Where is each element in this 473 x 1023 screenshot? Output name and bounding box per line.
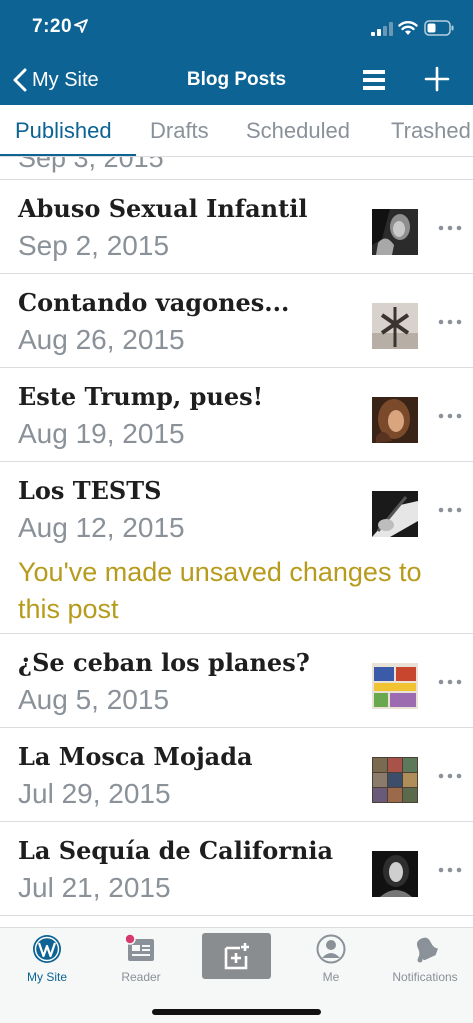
- post-filter-tabs: Published Drafts Scheduled Trashed: [0, 105, 473, 157]
- tab-published[interactable]: Published: [15, 118, 112, 144]
- plus-icon[interactable]: [424, 66, 450, 92]
- post-title: La Sequía de California: [18, 836, 334, 865]
- reader-icon: [126, 934, 154, 961]
- list-item[interactable]: ¿Se ceban los planes? Aug 5, 2015: [0, 634, 473, 728]
- status-time: 7:20: [32, 16, 73, 37]
- nav-bar: My Site Blog Posts: [0, 56, 473, 102]
- post-thumbnail: [372, 209, 418, 255]
- me-icon: [316, 934, 346, 964]
- post-thumbnail: [372, 397, 418, 443]
- post-thumbnail: [372, 851, 418, 897]
- new-post-button[interactable]: [202, 933, 271, 979]
- tab-me[interactable]: Me: [284, 928, 378, 988]
- list-item[interactable]: La Sequía de California Jul 21, 2015: [0, 822, 473, 916]
- more-horizontal-icon[interactable]: [438, 678, 462, 686]
- post-title: Contando vagones...: [18, 288, 290, 317]
- tab-label-my-site: My Site: [26, 970, 67, 984]
- tab-notifications[interactable]: Notifications: [378, 928, 472, 988]
- location-arrow-icon: [74, 19, 88, 33]
- post-thumbnail: [372, 303, 418, 349]
- tab-my-site[interactable]: My Site: [0, 928, 94, 988]
- more-horizontal-icon[interactable]: [438, 506, 462, 514]
- post-date: Aug 12, 2015: [18, 512, 185, 543]
- bottom-tab-bar: My Site Reader Me Notifications: [0, 927, 473, 1023]
- list-item[interactable]: Este Trump, pues! Aug 19, 2015: [0, 368, 473, 462]
- battery-icon: [424, 20, 454, 36]
- post-date: Aug 19, 2015: [18, 418, 185, 449]
- tab-scheduled[interactable]: Scheduled: [246, 118, 350, 144]
- unsaved-changes-note: You've made unsaved changes to this post: [18, 557, 422, 624]
- status-bar: 7:20: [0, 0, 473, 52]
- post-title: Este Trump, pues!: [18, 382, 264, 411]
- tab-label-notifications: Notifications: [392, 970, 458, 984]
- tab-label-me: Me: [322, 970, 340, 984]
- post-title: La Mosca Mojada: [18, 742, 253, 771]
- post-title: Los TESTS: [18, 476, 162, 505]
- tab-reader[interactable]: Reader: [94, 928, 188, 988]
- home-indicator: [152, 1009, 321, 1015]
- list-item[interactable]: Sep 3, 2015: [0, 157, 473, 180]
- post-date: Sep 3, 2015: [18, 157, 164, 173]
- page-title: Blog Posts: [186, 69, 287, 90]
- tab-label-reader: Reader: [121, 970, 161, 984]
- signal-icon: [371, 22, 393, 36]
- post-date: Sep 2, 2015: [18, 230, 170, 261]
- tab-trashed[interactable]: Trashed: [391, 118, 471, 144]
- list-item[interactable]: Los TESTS Aug 12, 2015 You've made unsav…: [0, 462, 473, 634]
- list-menu-icon[interactable]: [361, 68, 387, 92]
- post-date: Aug 26, 2015: [18, 324, 185, 355]
- post-date: Aug 5, 2015: [18, 684, 170, 715]
- post-thumbnail: [372, 757, 418, 803]
- post-thumbnail: [372, 491, 418, 537]
- list-item[interactable]: Contando vagones... Aug 26, 2015: [0, 274, 473, 368]
- wifi-icon: [398, 21, 418, 35]
- post-date: Jul 21, 2015: [18, 872, 171, 903]
- post-date: Jul 29, 2015: [18, 778, 171, 809]
- post-thumbnail: [372, 663, 418, 709]
- notifications-bell-icon: [416, 937, 438, 963]
- posts-list[interactable]: Sep 3, 2015 Abuso Sexual Infantil Sep 2,…: [0, 157, 473, 927]
- more-horizontal-icon[interactable]: [438, 412, 462, 420]
- new-post-icon: [224, 943, 249, 970]
- list-item[interactable]: La Mosca Mojada Jul 29, 2015: [0, 728, 473, 822]
- tab-drafts[interactable]: Drafts: [150, 118, 209, 144]
- post-title: ¿Se ceban los planes?: [18, 648, 310, 677]
- more-horizontal-icon[interactable]: [438, 772, 462, 780]
- more-horizontal-icon[interactable]: [438, 318, 462, 326]
- post-title: Abuso Sexual Infantil: [18, 194, 308, 223]
- more-horizontal-icon[interactable]: [438, 224, 462, 232]
- wordpress-icon: [33, 935, 61, 963]
- app-header: 7:20 My Site Blog Posts: [0, 0, 473, 105]
- list-item[interactable]: Abuso Sexual Infantil Sep 2, 2015: [0, 180, 473, 274]
- more-horizontal-icon[interactable]: [438, 866, 462, 874]
